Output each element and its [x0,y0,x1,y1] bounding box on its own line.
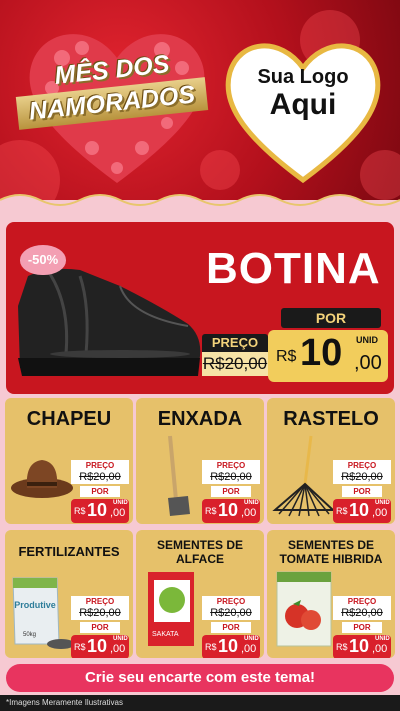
por-label: POR [342,486,382,497]
fertilizer-bag-icon: Produtive 50kg [12,577,75,649]
price-integer: 10 [87,636,108,656]
hero-old-price-box: PREÇO R$20,00 [202,334,268,384]
price-unit: UNID [375,500,390,506]
product-title: SEMENTES DE TOMATE HIBRIDA [279,538,383,566]
product-card-enxada[interactable]: ENXADA PREÇO R$20,00 POR R$ 10 UNID ,00 [136,398,264,524]
promo-title: MÊS DOS NAMORADOS [12,50,212,130]
product-title: SEMENTES DE ALFACE [156,538,243,566]
old-price-label: PREÇO [202,334,268,352]
por-label: POR [281,308,381,328]
old-price-value: R$20,00 [202,471,260,484]
price-currency: R$ [205,506,217,516]
old-price-label: PREÇO [202,460,260,471]
price-unit: UNID [113,636,128,642]
price-decimal: ,00 [372,643,388,655]
product-card-rastelo[interactable]: RASTELO PREÇO R$20,00 POR R$ 10 UNID ,00 [267,398,395,524]
price-integer: 10 [300,332,343,374]
price-decimal: ,00 [241,643,257,655]
logo-line2: Aqui [269,88,337,121]
price-tag: R$ 10 UNID ,00 [202,635,260,658]
logo-placeholder[interactable]: Sua Logo Aqui [218,66,388,121]
price-box: PREÇO R$20,00 POR R$ 10 UNID ,00 [333,596,391,658]
product-card-sementes-tomate[interactable]: SEMENTES DE TOMATE HIBRIDA PREÇO R$20,00… [267,530,395,658]
price-currency: R$ [74,642,86,652]
price-integer: 10 [87,500,108,520]
por-label: POR [342,622,382,633]
discount-badge: -50% [20,245,66,275]
product-title: CHAPEU [26,408,112,430]
price-box: PREÇO R$20,00 POR R$ 10 UNID ,00 [202,596,260,658]
price-decimal: ,00 [241,507,257,519]
price-unit: UNID [113,500,128,506]
rake-icon [272,435,336,517]
product-card-chapeu[interactable]: CHAPEU PREÇO R$20,00 POR R$ 10 UNID ,00 [5,398,133,524]
hero-title: BOTINA [206,244,381,293]
price-unit: UNID [375,636,390,642]
old-price-value: R$20,00 [202,607,260,620]
old-price-value: R$20,00 [333,471,391,484]
seed-packet-icon: SAKATA [148,572,194,646]
logo-line1: Sua Logo [257,66,349,88]
price-tag: R$ 10 UNID ,00 [71,499,129,523]
create-flyer-button[interactable]: Crie seu encarte com este tema! [6,664,394,692]
price-integer: 10 [218,636,239,656]
old-price-value: R$20,00 [71,607,129,620]
price-unit: UNID [356,335,378,345]
price-tag: R$ 10 UNID ,00 [333,499,391,523]
seed-brand: SAKATA [152,631,179,638]
product-title: RASTELO [283,408,379,430]
price-unit: UNID [244,636,259,642]
price-tag: R$ 10 UNID ,00 [202,499,260,523]
price-decimal: ,00 [372,507,388,519]
price-integer: 10 [349,500,370,520]
old-price-value: R$20,00 [333,607,391,620]
por-label: POR [80,622,120,633]
old-price-label: PREÇO [333,596,391,607]
header-banner: MÊS DOS NAMORADOS Sua Logo Aqui [0,0,400,200]
wave-divider [0,194,400,220]
price-currency: R$ [336,642,348,652]
old-price-label: PREÇO [333,460,391,471]
por-label: POR [80,486,120,497]
tomato-seed-packet-icon [276,571,332,647]
price-integer: 10 [349,636,370,656]
price-box: PREÇO R$20,00 POR R$ 10 UNID ,00 [202,460,260,523]
hero-price-tag: R$ 10 UNID ,00 [268,330,388,382]
old-price-value: R$20,00 [202,352,268,376]
fertilizer-weight: 50kg [23,632,36,638]
price-decimal: ,00 [354,352,382,374]
hero-product-card[interactable]: -50% BOTINA PREÇO R$20,00 POR R$ 10 UNID… [6,222,394,394]
price-currency: R$ [336,506,348,516]
product-title: ENXADA [157,408,243,430]
product-title: FERTILIZANTES [18,544,120,559]
product-card-sementes-alface[interactable]: SEMENTES DE ALFACE SAKATA PREÇO R$20,00 … [136,530,264,658]
price-tag: R$ 10 UNID ,00 [71,635,129,658]
old-price-label: PREÇO [71,460,129,471]
price-decimal: ,00 [110,507,126,519]
price-box: PREÇO R$20,00 POR R$ 10 UNID ,00 [71,460,129,523]
por-label: POR [211,486,251,497]
price-box: PREÇO R$20,00 POR R$ 10 UNID ,00 [71,596,129,658]
hat-icon [11,460,73,498]
price-integer: 10 [218,500,239,520]
por-label: POR [211,622,251,633]
product-card-fertilizantes[interactable]: FERTILIZANTES Produtive 50kg PREÇO R$20,… [5,530,133,658]
price-unit: UNID [244,500,259,506]
old-price-label: PREÇO [71,596,129,607]
price-box: PREÇO R$20,00 POR R$ 10 UNID ,00 [333,460,391,523]
hoe-icon [168,435,190,516]
price-decimal: ,00 [110,643,126,655]
footer-disclaimer: *Imagens Meramente Ilustrativas [0,695,400,711]
price-currency: R$ [74,506,86,516]
old-price-label: PREÇO [202,596,260,607]
old-price-value: R$20,00 [71,471,129,484]
fertilizer-brand: Produtive [14,600,56,610]
price-currency: R$ [205,642,217,652]
price-currency: R$ [276,348,297,365]
price-tag: R$ 10 UNID ,00 [333,635,391,658]
